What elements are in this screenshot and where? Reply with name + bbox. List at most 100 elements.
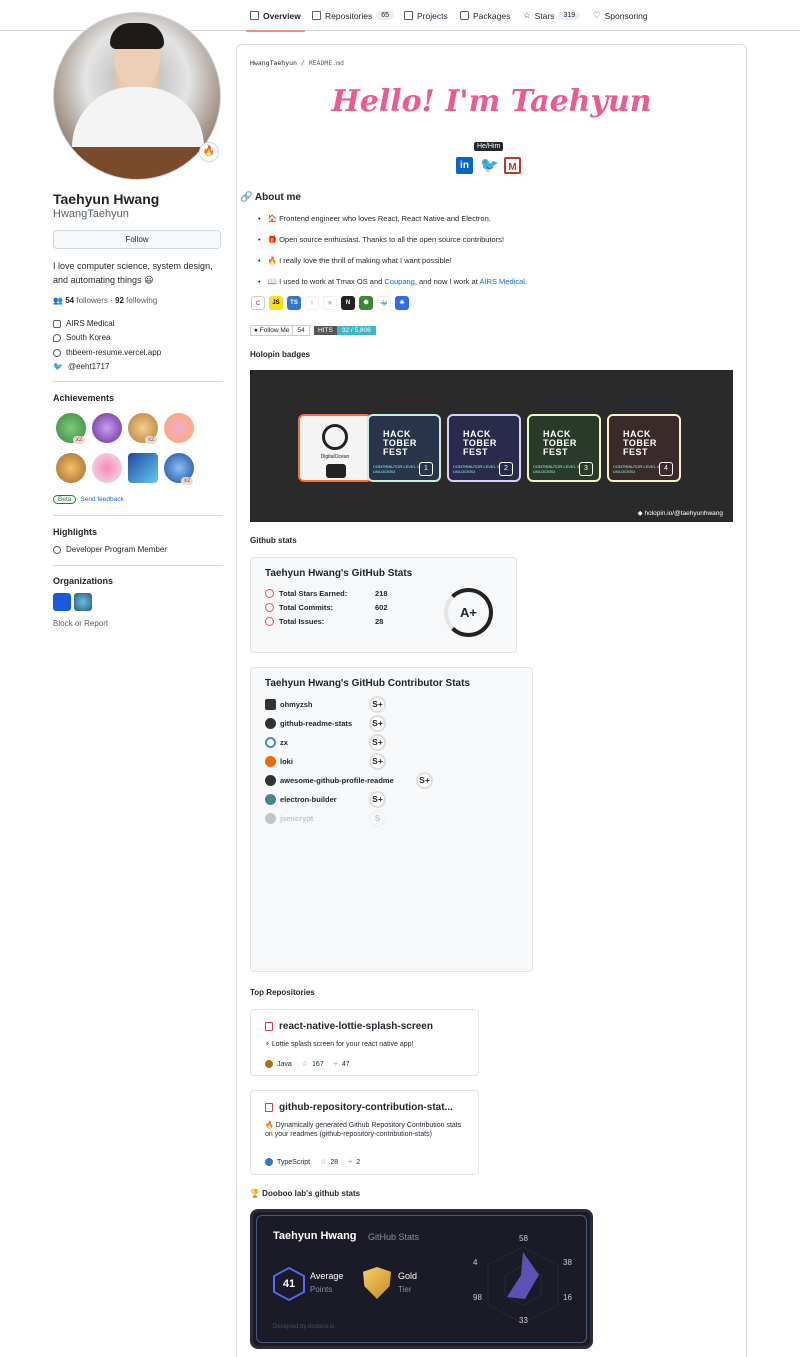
rank-badge: S+ (369, 734, 386, 751)
digitalocean-badge: DigitalOcean (298, 414, 372, 482)
following-link[interactable]: 92 following (115, 296, 157, 305)
contrib-row: jsencrypt (265, 813, 313, 824)
linkedin-icon[interactable]: in (456, 157, 473, 174)
dooboo-stats-card: Taehyun Hwang GitHub Stats 41 Average Po… (250, 1209, 593, 1349)
stat-row: Total Commits: 602 (265, 603, 388, 612)
repo-icon (312, 11, 321, 20)
radar-label: 4 (473, 1258, 478, 1267)
javascript-icon: JS (269, 296, 283, 310)
contrib-row: ohmyzsh (265, 699, 313, 710)
stars-count: 319 (558, 11, 581, 20)
fork-icon: ⑂ (348, 1158, 353, 1166)
twitter-item[interactable]: 🐦 @eeht1717 (53, 362, 109, 371)
organizations-title: Organizations (53, 576, 114, 586)
tab-repositories[interactable]: Repositories 65 (312, 0, 395, 31)
star-icon: ☆ (523, 10, 531, 20)
contrib-row: zx (265, 737, 288, 748)
profile-name: Taehyun Hwang (53, 191, 160, 207)
coupang-link[interactable]: Coupang (384, 277, 414, 286)
tab-sponsoring[interactable]: ♡ Sponsoring (593, 0, 648, 31)
achievement-count: x2 (73, 436, 86, 444)
about-item: 🏠 Frontend engineer who loves React, Rea… (258, 214, 491, 223)
package-icon (460, 11, 469, 20)
repo-card[interactable]: github-repository-contribution-stat... 🔥… (250, 1090, 479, 1175)
stat-row: Total Stars Earned: 218 (265, 589, 388, 598)
achievement-count: x2 (145, 436, 158, 444)
followers-link[interactable]: 54 followers (65, 296, 108, 305)
nextjs-icon: N (341, 296, 355, 310)
robot-icon (326, 464, 346, 478)
achievement-public-sponsor-icon[interactable] (92, 453, 122, 483)
achievements-title: Achievements (53, 393, 115, 403)
holopin-title: Holopin badges (250, 350, 310, 359)
twitter-icon[interactable]: 🐦 (480, 157, 499, 174)
tab-projects[interactable]: Projects (404, 0, 448, 31)
achievement-galaxy-brain-icon[interactable] (92, 413, 122, 443)
divider (53, 381, 223, 382)
kubernetes-icon: ⎈ (395, 296, 409, 310)
holopin-icon: ◆ (637, 510, 643, 517)
book-icon (250, 11, 259, 20)
achievement-yolo-icon[interactable] (164, 413, 194, 443)
beta-badge: Beta (53, 495, 77, 504)
people-icon: 👥 (53, 296, 63, 305)
hacktoberfest-badge: HACK TOBER FEST CONTRIBUTOR LEVEL 2 · UNL… (447, 414, 521, 482)
electron-icon (265, 794, 276, 805)
contrib-row: github-readme-stats (265, 718, 352, 729)
holopin-board[interactable]: DigitalOcean HACK TOBER FEST CONTRIBUTOR … (250, 370, 733, 522)
block-report-link[interactable]: Block or Report (53, 619, 108, 628)
rank-badge: S (369, 810, 386, 827)
about-heading: 🔗 About me (240, 192, 301, 203)
tech-stack-icons: C JS TS ⚛ ⚛ N ⬢ 🐳 ⎈ (251, 296, 409, 310)
company-item: AIRS Medical (53, 319, 114, 328)
follow-button[interactable]: Follow (53, 230, 221, 249)
tab-stars[interactable]: ☆ Stars 319 (523, 0, 581, 31)
location-item: South Korea (53, 333, 110, 342)
grade-ring: A+ (444, 588, 493, 637)
hacktoberfest-badge: HACK TOBER FEST CONTRIBUTOR LEVEL 4 · UNL… (607, 414, 681, 482)
achievement-starstruck-icon[interactable] (56, 453, 86, 483)
org-avatar-icon[interactable] (74, 593, 92, 611)
docker-icon: 🐳 (377, 296, 391, 310)
follow-stats: 👥 54 followers · 92 following (53, 296, 158, 305)
profile-login: HwangTaehyun (53, 208, 129, 220)
github-icon: ● (254, 326, 258, 334)
achievement-arctic-code-vault-icon[interactable] (128, 453, 158, 483)
avatar[interactable] (53, 12, 221, 180)
status-emoji[interactable]: 🔥 (199, 142, 219, 162)
rank-badge: S+ (369, 753, 386, 770)
radar-label: 58 (519, 1234, 528, 1243)
repo-card[interactable]: react-native-lottie-splash-screen ⚡ Lott… (250, 1009, 479, 1076)
contrib-row: loki (265, 756, 293, 767)
tab-packages[interactable]: Packages (460, 0, 510, 31)
website-item[interactable]: thbeem-resume.vercel.app (53, 348, 161, 357)
readme-breadcrumb: HwangTaehyun / README.md (250, 59, 344, 67)
repo-owner-icon (265, 699, 276, 710)
fork-icon: ⑂ (333, 1060, 338, 1068)
typescript-icon: TS (287, 296, 301, 310)
star-icon: ☆ (320, 1159, 327, 1166)
send-feedback-link[interactable]: Send feedback (80, 496, 123, 503)
org-avatar-icon[interactable] (53, 593, 71, 611)
nodejs-icon: ⬢ (359, 296, 373, 310)
repo-icon (265, 1022, 273, 1031)
divider (53, 565, 223, 566)
follow-me-badge[interactable]: ● Follow Me 54 (250, 324, 310, 336)
hacktoberfest-badge: HACK TOBER FEST CONTRIBUTOR LEVEL 3 · UNL… (527, 414, 601, 482)
dooboo-title: 🏆 Dooboo lab's github stats (250, 1189, 361, 1198)
hits-badge: HITS 32 / 5,806 (314, 324, 376, 336)
twitter-icon: 🐦 (53, 362, 63, 371)
github-stats-card: Taehyun Hwang's GitHub Stats Total Stars… (250, 557, 517, 653)
airs-link[interactable]: AIRS Medical (479, 277, 524, 286)
language-dot (265, 1158, 273, 1166)
repo-owner-icon (265, 718, 276, 729)
gmail-icon[interactable]: M (504, 157, 521, 174)
radar-label: 98 (473, 1293, 482, 1302)
hacktoberfest-badge: HACK TOBER FEST CONTRIBUTOR LEVEL 1 · UNL… (367, 414, 441, 482)
electron-icon: ⚛ (323, 296, 337, 310)
profile-bio: I love computer science, system design, … (53, 261, 213, 285)
tab-overview[interactable]: Overview (246, 0, 305, 32)
link-icon (53, 348, 61, 357)
clock-icon (265, 603, 274, 612)
holopin-link[interactable]: ◆ holopin.io/@taehyunhwang (638, 509, 723, 517)
